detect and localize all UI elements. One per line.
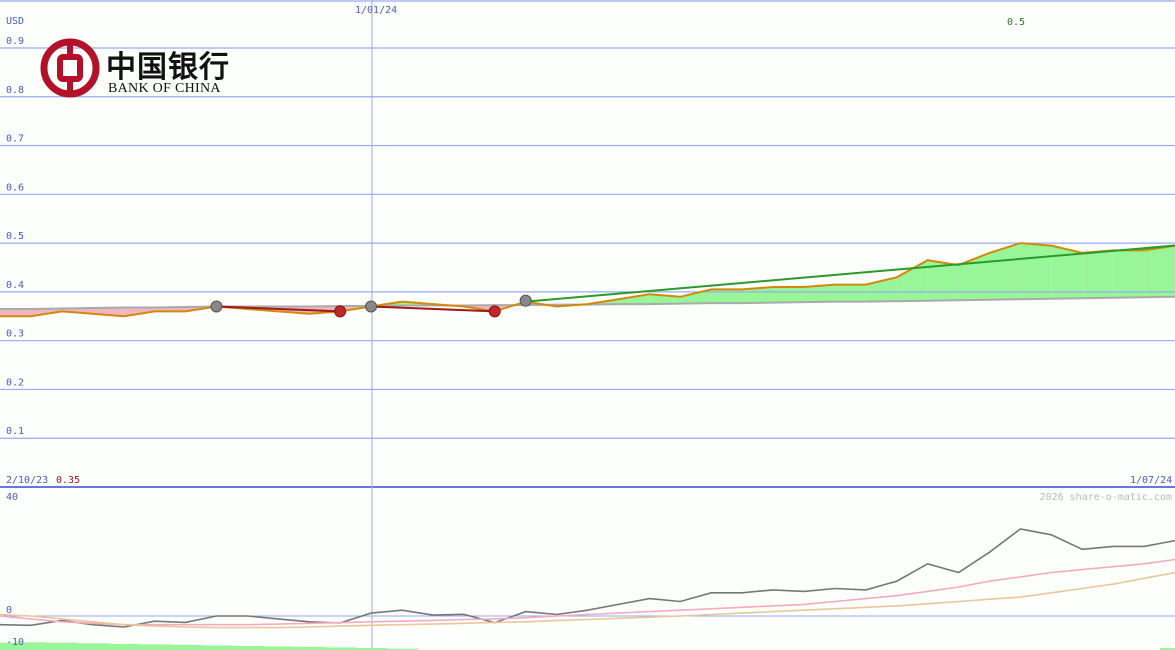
histogram-bar [232,646,264,650]
last-price-label: 0.5 [1007,17,1025,28]
signal-marker-down [488,305,501,318]
histogram-bar [108,643,140,650]
y-tick-label: 0.6 [6,182,24,193]
area-fill-segment [1144,245,1175,298]
logo-name-chinese: 中国银行 [106,50,230,85]
y-tick-label: 0.1 [6,426,24,437]
area-fill-segment [773,287,804,303]
osc-tick-0: 0 [6,605,12,616]
y-tick-label: 0.5 [6,231,24,242]
histogram-bar [201,645,233,650]
y-tick-label: 0.9 [6,36,24,47]
logo-name-english: BANK OF CHINA [108,81,221,96]
signal-marker-neutral [210,300,223,313]
histogram-bar [46,642,78,650]
y-tick-label: 0.7 [6,134,24,145]
y-tick-label: 0.4 [6,280,24,291]
signal-marker-neutral [365,300,378,313]
osc-tick-40: 40 [6,492,18,503]
end-date-label: 1/07/24 [1130,475,1172,486]
watermark: 2026 share-o-matic.com [1040,492,1172,503]
start-price-label: 0.35 [56,475,80,486]
mid-date-label: 1/01/24 [355,5,397,16]
currency-label: USD [6,16,24,27]
osc-tick-minus10: -10 [6,637,24,648]
y-tick-label: 0.3 [6,329,24,340]
area-fill-segment [1113,250,1145,298]
histogram-bar [170,644,202,650]
area-fill-segment [834,284,866,302]
bank-of-china-logo: 中国银行 BANK OF CHINA [36,38,236,100]
area-fill-segment [0,309,31,317]
signal-marker-neutral [519,294,532,307]
start-date-label: 2/10/23 [6,475,48,486]
histogram-bar [263,646,295,650]
histogram-bar [139,644,171,650]
histogram-bar [77,643,109,650]
y-tick-label: 0.8 [6,85,24,96]
bank-logo-emblem-icon [40,38,100,98]
signal-marker-down [334,305,347,318]
area-fill-segment [1020,243,1052,300]
area-fill-segment [1082,250,1114,299]
y-tick-label: 0.2 [6,377,24,388]
